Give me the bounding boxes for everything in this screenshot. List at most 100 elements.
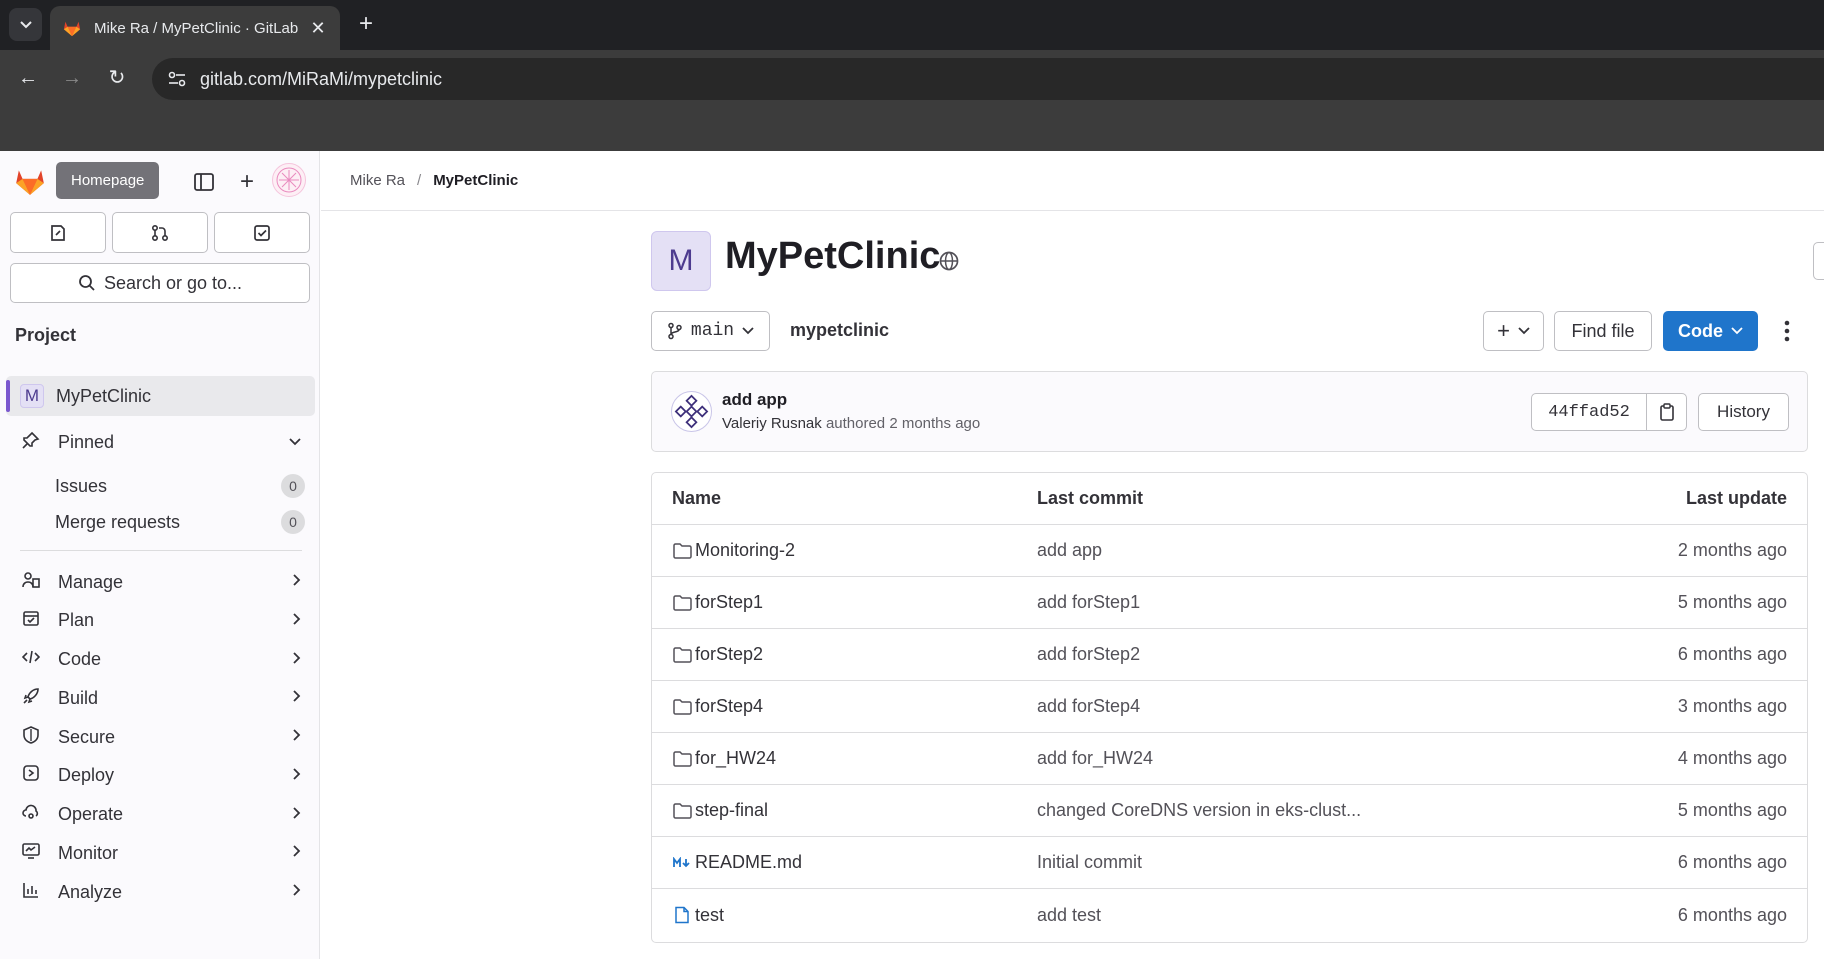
url-text: gitlab.com/MiRaMi/mypetclinic xyxy=(200,68,443,89)
breadcrumb-project[interactable]: MyPetClinic xyxy=(433,172,518,189)
branch-icon xyxy=(668,322,682,340)
branch-name: main xyxy=(690,321,735,341)
sidebar-item-label: Analyze xyxy=(58,881,123,902)
file-name-link[interactable]: step-final xyxy=(695,800,768,821)
back-icon[interactable]: ← xyxy=(13,63,43,93)
sidebar-item-merge-requests[interactable]: Merge requests 0 xyxy=(6,503,315,541)
breadcrumb: Mike Ra / MyPetClinic xyxy=(321,151,1824,211)
sidebar-item-pinned[interactable]: Pinned xyxy=(6,422,315,462)
table-row[interactable]: test add test 6 months ago xyxy=(652,889,1807,941)
table-row[interactable]: step-final changed CoreDNS version in eks… xyxy=(652,785,1807,837)
gitlab-logo-icon[interactable] xyxy=(13,164,47,198)
table-row[interactable]: forStep2 add forStep2 6 months ago xyxy=(652,629,1807,681)
reload-icon[interactable]: ↻ xyxy=(102,63,132,93)
commit-sha[interactable]: 44ffad52 xyxy=(1532,394,1647,430)
breadcrumb-owner[interactable]: Mike Ra xyxy=(350,172,405,189)
sidebar-item-plan[interactable]: Plan xyxy=(6,601,315,641)
table-row[interactable]: forStep4 add forStep4 3 months ago xyxy=(652,681,1807,733)
create-new-icon[interactable]: + xyxy=(233,168,261,196)
sidebar-item-build[interactable]: Build xyxy=(6,678,315,718)
sidebar-item-deploy[interactable]: Deploy xyxy=(6,756,315,796)
search-icon xyxy=(79,275,95,291)
todo-quick-button[interactable] xyxy=(214,212,310,253)
last-commit-link[interactable]: add forStep2 xyxy=(1037,644,1587,665)
commit-author-avatar[interactable] xyxy=(671,391,712,432)
chevron-down-icon xyxy=(742,327,754,335)
last-commit-link[interactable]: add app xyxy=(1037,540,1587,561)
add-to-tree-button[interactable]: + xyxy=(1483,311,1544,351)
table-row[interactable]: forStep1 add forStep1 5 months ago xyxy=(652,577,1807,629)
merge-requests-quick-button[interactable] xyxy=(112,212,208,253)
file-name-link[interactable]: Monitoring-2 xyxy=(695,540,795,561)
last-commit-link[interactable]: add for_HW24 xyxy=(1037,748,1587,769)
table-row[interactable]: Monitoring-2 add app 2 months ago xyxy=(652,525,1807,577)
repository-path[interactable]: mypetclinic xyxy=(790,320,889,341)
deploy-icon xyxy=(20,764,42,787)
column-header-last-update: Last update xyxy=(1685,488,1787,508)
sidebar-item-label: Operate xyxy=(58,804,124,824)
sidebar-toggle-icon[interactable] xyxy=(190,168,218,196)
folder-icon xyxy=(672,541,692,561)
commit-author[interactable]: Valeriy Rusnak xyxy=(722,415,822,432)
new-tab-button[interactable]: + xyxy=(352,11,380,39)
sidebar-item-code[interactable]: Code xyxy=(6,640,315,680)
breadcrumb-separator: / xyxy=(417,172,422,189)
last-update-time: 6 months ago xyxy=(1677,644,1787,664)
cloud-gear-icon xyxy=(20,803,42,826)
commit-title[interactable]: add app xyxy=(722,390,787,410)
column-header-name: Name xyxy=(672,488,722,508)
sidebar-item-issues[interactable]: Issues 0 xyxy=(6,467,315,505)
last-commit-panel: add app Valeriy Rusnak authored 2 months… xyxy=(651,371,1808,452)
table-row[interactable]: README.md Initial commit 6 months ago xyxy=(652,837,1807,889)
chart-icon xyxy=(20,881,42,904)
tab-close-icon[interactable]: ✕ xyxy=(308,18,328,39)
file-name-link[interactable]: forStep4 xyxy=(695,696,763,717)
last-commit-link[interactable]: add forStep1 xyxy=(1037,592,1587,613)
sidebar-item-label: Monitor xyxy=(58,842,119,863)
last-commit-link[interactable]: add test xyxy=(1037,905,1587,926)
sidebar-item-analyze[interactable]: Analyze xyxy=(6,872,315,912)
chevron-down-icon xyxy=(1731,327,1743,335)
sidebar-item-label: Issues xyxy=(55,475,108,496)
commit-sha-group: 44ffad52 xyxy=(1531,393,1687,431)
more-actions-icon[interactable] xyxy=(1776,314,1798,348)
chevron-down-icon xyxy=(1518,327,1530,335)
last-commit-link[interactable]: add forStep4 xyxy=(1037,696,1587,717)
browser-tab[interactable]: Mike Ra / MyPetClinic · GitLab ✕ xyxy=(50,6,340,50)
forward-icon[interactable]: → xyxy=(57,63,87,93)
last-commit-link[interactable]: changed CoreDNS version in eks-clust... xyxy=(1037,800,1587,821)
user-avatar[interactable] xyxy=(272,163,306,197)
address-bar[interactable]: gitlab.com/MiRaMi/mypetclinic xyxy=(152,58,1824,100)
branch-selector[interactable]: main xyxy=(651,311,770,351)
find-file-button[interactable]: Find file xyxy=(1554,311,1652,351)
copy-sha-icon[interactable] xyxy=(1647,394,1686,430)
sidebar-item-secure[interactable]: Secure xyxy=(6,717,315,757)
file-name-link[interactable]: test xyxy=(695,905,724,926)
chevron-right-icon xyxy=(293,689,301,707)
chevron-right-icon xyxy=(293,728,301,746)
file-name-link[interactable]: forStep1 xyxy=(695,592,763,613)
issues-icon xyxy=(51,224,65,241)
issues-quick-button[interactable] xyxy=(10,212,106,253)
file-name-link[interactable]: README.md xyxy=(695,852,802,873)
last-commit-link[interactable]: Initial commit xyxy=(1037,852,1587,873)
history-button[interactable]: History xyxy=(1698,393,1789,431)
file-name-link[interactable]: for_HW24 xyxy=(695,748,776,769)
sidebar-item-operate[interactable]: Operate xyxy=(6,795,315,835)
chevron-right-icon xyxy=(293,767,301,785)
homepage-tooltip: Homepage xyxy=(56,162,160,199)
file-name-cell: forStep4 xyxy=(652,696,1037,717)
column-header-last-commit: Last commit xyxy=(1037,488,1144,508)
search-button[interactable]: Search or go to... xyxy=(10,263,310,303)
file-name-link[interactable]: forStep2 xyxy=(695,644,763,665)
notification-button[interactable] xyxy=(1813,242,1824,280)
tab-search-button[interactable] xyxy=(9,8,42,41)
code-dropdown-button[interactable]: Code xyxy=(1663,311,1758,351)
chevron-right-icon xyxy=(293,651,301,669)
site-info-icon[interactable] xyxy=(166,68,188,90)
table-row[interactable]: for_HW24 add for_HW24 4 months ago xyxy=(652,733,1807,785)
sidebar-item-monitor[interactable]: Monitor xyxy=(6,833,315,873)
file-name-cell: forStep1 xyxy=(652,592,1037,613)
sidebar-item-manage[interactable]: Manage xyxy=(6,562,315,602)
sidebar-item-project[interactable]: M MyPetClinic xyxy=(6,376,315,416)
